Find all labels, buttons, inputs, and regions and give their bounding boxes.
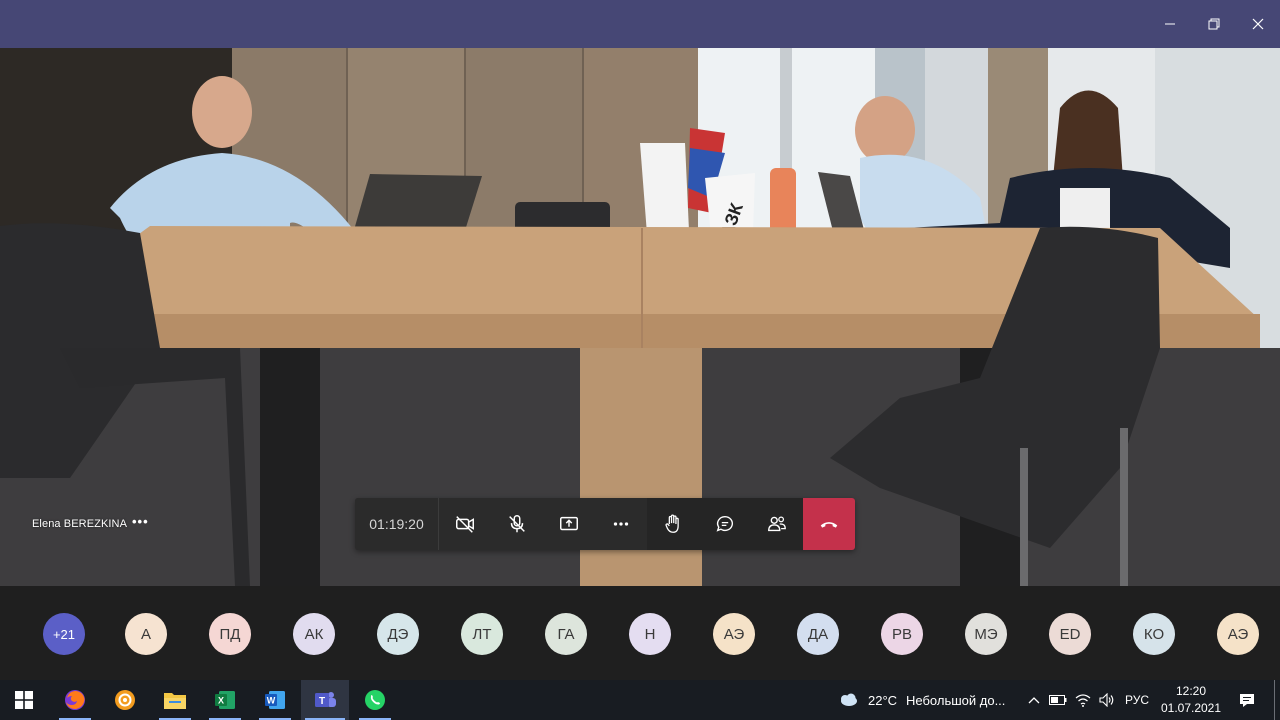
title-bar [0, 0, 1280, 48]
speaker-icon [1099, 693, 1114, 707]
restore-icon [1208, 18, 1220, 30]
more-icon [613, 522, 629, 526]
notifications-button[interactable] [1234, 680, 1260, 720]
share-screen-button[interactable] [543, 498, 595, 550]
raise-hand-icon [665, 514, 679, 533]
participants-button[interactable] [751, 498, 803, 550]
tray-overflow-button[interactable] [1026, 680, 1042, 720]
taskbar-whatsapp[interactable] [351, 680, 399, 720]
battery-indicator[interactable] [1048, 680, 1068, 720]
restore-button[interactable] [1192, 0, 1236, 48]
excel-icon: X [215, 691, 235, 709]
weather-cloud-icon [841, 693, 857, 706]
volume-indicator[interactable] [1097, 680, 1117, 720]
participant-avatar[interactable]: МЭ [965, 613, 1007, 655]
teams-icon: T [315, 692, 336, 707]
more-actions-button[interactable] [595, 498, 647, 550]
weather-description[interactable]: Небольшой до... [906, 680, 1005, 720]
notification-icon [1240, 693, 1254, 707]
whatsapp-icon [365, 690, 385, 710]
minimize-button[interactable] [1148, 0, 1192, 48]
participant-avatar[interactable]: АЭ [713, 613, 755, 655]
speaker-name-label: Elena BEREZKINA [32, 518, 128, 530]
call-control-bar: 01:19:20 [355, 498, 855, 550]
participant-avatar[interactable]: ЛТ [461, 613, 503, 655]
settings-app-icon [115, 690, 135, 710]
speaker-more-button[interactable]: ••• [132, 514, 149, 529]
close-button[interactable] [1236, 0, 1280, 48]
firefox-icon [65, 690, 85, 710]
windows-start-icon [15, 691, 33, 709]
system-clock[interactable]: 12:20 01.07.2021 [1156, 683, 1226, 717]
participant-avatar[interactable]: ГА [545, 613, 587, 655]
participant-avatar[interactable]: АК [293, 613, 335, 655]
wifi-icon [1075, 694, 1091, 707]
windows-taskbar: X W T 22°C Небольшой до... РУС 12:20 01.… [0, 680, 1280, 720]
participants-strip: +21 А ПД АК ДЭ ЛТ ГА Н АЭ ДА РВ МЭ ED КО… [0, 586, 1280, 680]
battery-icon [1049, 695, 1067, 705]
minimize-icon [1165, 23, 1175, 25]
clock-time: 12:20 [1175, 684, 1207, 698]
camera-toggle-button[interactable] [439, 498, 491, 550]
taskbar-excel[interactable]: X [201, 680, 249, 720]
show-desktop-button[interactable] [1274, 680, 1275, 720]
taskbar-firefox[interactable] [51, 680, 99, 720]
hangup-button[interactable] [803, 498, 855, 550]
raise-hand-button[interactable] [647, 498, 699, 550]
chevron-up-icon [1028, 697, 1040, 704]
participant-avatar[interactable]: РВ [881, 613, 923, 655]
mic-toggle-button[interactable] [491, 498, 543, 550]
start-button[interactable] [0, 680, 48, 720]
participant-avatar[interactable]: ДА [797, 613, 839, 655]
svg-text:X: X [218, 696, 224, 706]
weather-temp[interactable]: 22°C [868, 680, 897, 720]
participant-avatar[interactable]: Н [629, 613, 671, 655]
participants-icon [768, 516, 786, 532]
share-screen-icon [560, 516, 578, 531]
taskbar-word[interactable]: W [251, 680, 299, 720]
participant-avatar[interactable]: КО [1133, 613, 1175, 655]
word-icon: W [265, 691, 285, 709]
participant-avatar[interactable]: ED [1049, 613, 1091, 655]
more-participants-button[interactable]: +21 [43, 613, 85, 655]
camera-off-icon [456, 516, 474, 533]
input-language[interactable]: РУС [1125, 680, 1149, 720]
close-icon [1252, 18, 1264, 30]
network-indicator[interactable] [1073, 680, 1093, 720]
call-timer: 01:19:20 [355, 498, 439, 550]
weather-widget[interactable] [836, 680, 860, 720]
mic-off-icon [509, 515, 525, 533]
clock-date: 01.07.2021 [1160, 701, 1222, 715]
svg-text:W: W [267, 696, 276, 706]
file-explorer-icon [164, 693, 186, 709]
participant-avatar[interactable]: АЭ [1217, 613, 1259, 655]
taskbar-file-explorer[interactable] [151, 680, 199, 720]
participant-avatar[interactable]: А [125, 613, 167, 655]
hangup-icon [820, 522, 838, 528]
chat-button[interactable] [699, 498, 751, 550]
chat-icon [716, 515, 733, 532]
svg-text:T: T [319, 696, 325, 707]
participant-avatar[interactable]: ДЭ [377, 613, 419, 655]
taskbar-teams[interactable]: T [301, 680, 349, 720]
taskbar-settings-app[interactable] [101, 680, 149, 720]
participant-avatar[interactable]: ПД [209, 613, 251, 655]
